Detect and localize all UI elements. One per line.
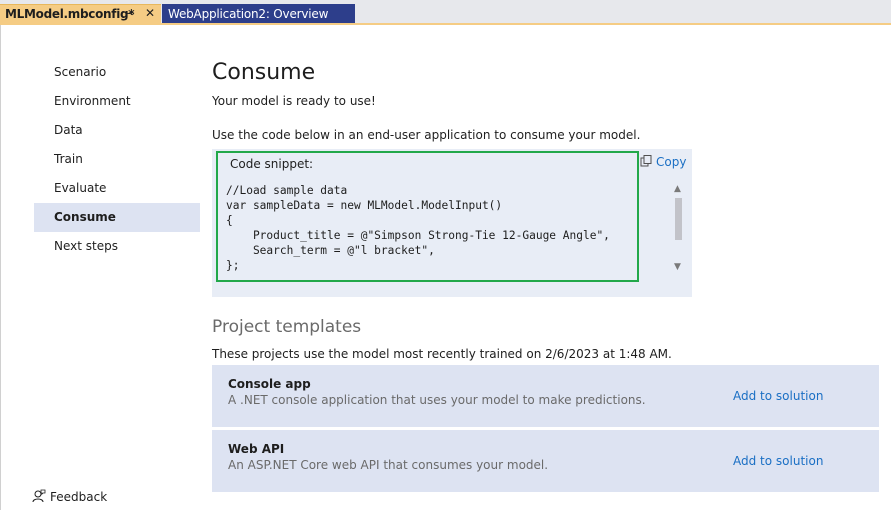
card-title: Console app xyxy=(228,377,311,391)
add-to-solution-button[interactable]: Add to solution xyxy=(733,389,823,403)
add-to-solution-button[interactable]: Add to solution xyxy=(733,454,823,468)
scroll-up-icon[interactable]: ▲ xyxy=(674,184,681,194)
card-description: An ASP.NET Core web API that consumes yo… xyxy=(228,458,549,472)
code-snippet-text[interactable]: //Load sample data var sampleData = new … xyxy=(226,183,610,273)
close-icon[interactable]: ✕ xyxy=(145,6,155,20)
code-snippet-label: Code snippet: xyxy=(230,157,314,171)
feedback-icon xyxy=(32,489,46,503)
pin-icon[interactable]: ⊸ xyxy=(125,7,134,20)
scroll-down-icon[interactable]: ▼ xyxy=(674,262,681,272)
tab-label: WebApplication2: Overview xyxy=(168,7,329,21)
card-description: A .NET console application that uses you… xyxy=(228,393,646,407)
feedback-link[interactable]: Feedback xyxy=(32,489,107,504)
tab-label: MLModel.mbconfig* xyxy=(5,7,135,21)
tab-mlmodel-mbconfig[interactable]: MLModel.mbconfig* ⊸ ✕ xyxy=(0,4,161,24)
sidebar-item-consume[interactable]: Consume xyxy=(34,203,200,232)
sidebar-item-environment[interactable]: Environment xyxy=(34,87,200,116)
sidebar-nav: Scenario Environment Data Train Evaluate… xyxy=(34,58,200,261)
card-title: Web API xyxy=(228,442,285,456)
sidebar-item-train[interactable]: Train xyxy=(34,145,200,174)
copy-button[interactable]: Copy xyxy=(640,155,686,169)
tab-webapplication2-overview[interactable]: WebApplication2: Overview xyxy=(162,4,355,23)
instruction-text: Use the code below in an end-user applic… xyxy=(212,128,641,142)
feedback-label: Feedback xyxy=(50,490,108,504)
document-tab-bar: MLModel.mbconfig* ⊸ ✕ WebApplication2: O… xyxy=(0,0,891,25)
copy-icon xyxy=(640,155,652,167)
ready-text: Your model is ready to use! xyxy=(212,94,376,108)
code-scrollbar[interactable]: ▲ ▼ xyxy=(671,182,685,276)
copy-label: Copy xyxy=(656,155,687,169)
scroll-thumb[interactable] xyxy=(675,198,682,240)
sidebar-item-data[interactable]: Data xyxy=(34,116,200,145)
frame-border xyxy=(0,25,1,510)
sidebar-item-evaluate[interactable]: Evaluate xyxy=(34,174,200,203)
template-card-console-app: Console app A .NET console application t… xyxy=(212,365,879,427)
sidebar-item-next-steps[interactable]: Next steps xyxy=(34,232,200,261)
project-templates-description: These projects use the model most recent… xyxy=(212,347,672,361)
page-title: Consume xyxy=(212,60,316,85)
code-snippet-panel: Code snippet: //Load sample data var sam… xyxy=(212,149,692,297)
project-templates-title: Project templates xyxy=(212,317,362,337)
sidebar-item-scenario[interactable]: Scenario xyxy=(34,58,200,87)
tab-underline xyxy=(0,23,891,25)
code-snippet-box[interactable]: Code snippet: //Load sample data var sam… xyxy=(216,151,639,282)
template-card-web-api: Web API An ASP.NET Core web API that con… xyxy=(212,430,879,492)
